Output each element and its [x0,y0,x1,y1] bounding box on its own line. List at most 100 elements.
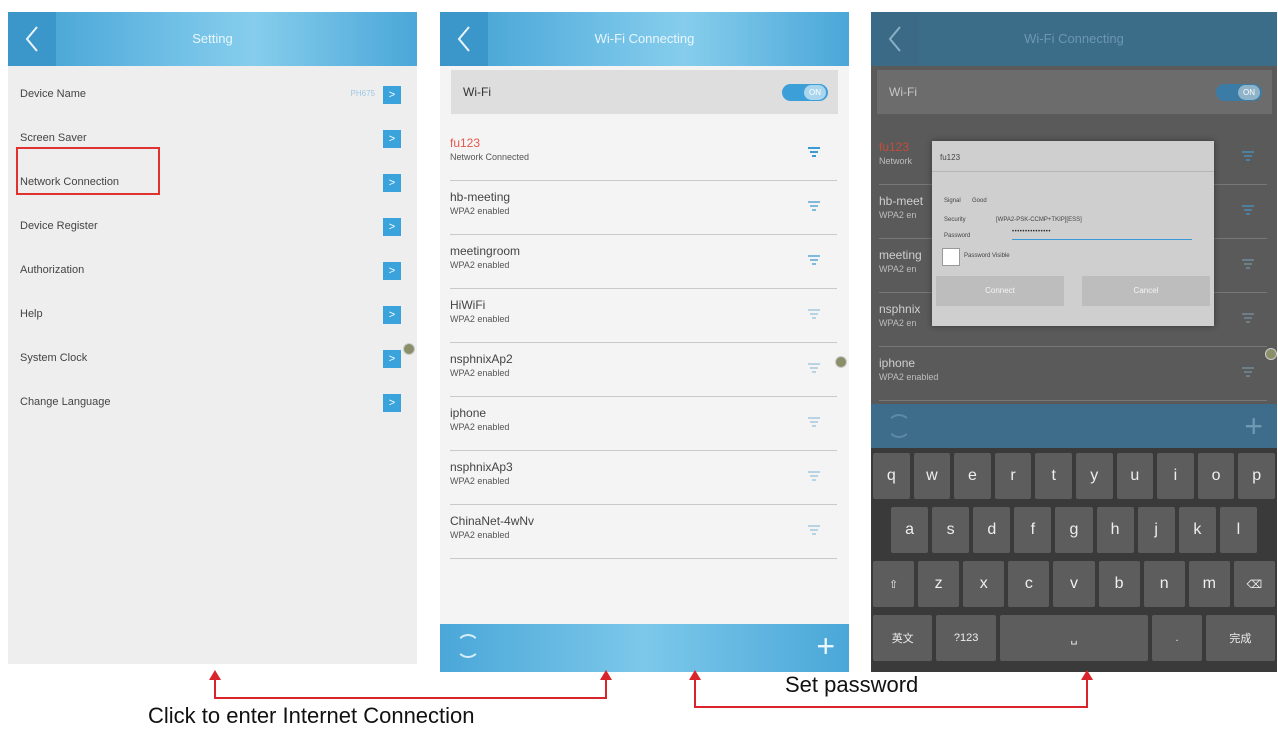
arrow-right-icon[interactable]: > [383,350,401,368]
key[interactable]: p [1238,453,1275,499]
key[interactable]: k [1178,507,1216,553]
arrow-line [1086,676,1088,708]
add-network-icon[interactable]: + [816,626,835,666]
arrow-right-icon[interactable]: > [383,262,401,280]
key[interactable]: w [913,453,951,499]
refresh-icon[interactable] [887,414,911,438]
key[interactable]: t [1035,453,1072,499]
key[interactable]: g [1055,507,1093,553]
password-input[interactable]: ••••••••••••••• [1012,229,1192,240]
cancel-button[interactable]: Cancel [1082,276,1210,306]
wifi-toggle-row: Wi-Fi ON [877,70,1272,114]
floating-handle[interactable] [403,343,415,355]
space-key[interactable]: ␣ [999,615,1149,661]
key[interactable]: c [1008,561,1050,607]
network-status: WPA2 enabled [450,206,510,216]
key[interactable]: v [1053,561,1095,607]
key[interactable]: d [973,507,1011,553]
wifi-signal-icon [808,201,820,211]
wifi-label: Wi-Fi [463,85,491,99]
network-item[interactable]: HiWiFi WPA2 enabled [450,290,837,343]
key[interactable]: j [1137,507,1175,553]
key[interactable]: f [1014,507,1052,553]
connect-button[interactable]: Connect [936,276,1064,306]
network-item[interactable]: iphone WPA2 enabled [450,398,837,451]
key[interactable]: o [1197,453,1235,499]
key[interactable]: r [994,453,1032,499]
arrow-right-icon[interactable]: > [383,218,401,236]
floating-handle[interactable] [1265,348,1277,360]
arrowhead-up-icon [1081,670,1093,680]
shift-key[interactable]: ⇧ [873,561,915,607]
network-item[interactable]: nsphnixAp2 WPA2 enabled [450,344,837,397]
network-name: HiWiFi [450,298,486,312]
settings-row-device-register[interactable]: Device Register > [8,206,417,250]
key[interactable]: h [1096,507,1134,553]
network-item[interactable]: iphone WPA2 enabled [879,348,1267,401]
key[interactable]: b [1098,561,1140,607]
key[interactable]: l [1219,507,1257,553]
network-name: nsphnix [879,302,921,316]
row-label: System Clock [20,352,88,364]
soft-keyboard: q w e r t y u i o p a s d f g h j k l ⇧ … [871,448,1277,672]
network-status: WPA2 enabled [450,314,510,324]
wifi-toggle[interactable]: ON [1216,84,1262,101]
done-key[interactable]: 完成 [1205,615,1276,661]
network-item[interactable]: meetingroom WPA2 enabled [450,236,837,289]
settings-row-help[interactable]: Help > [8,294,417,338]
add-network-icon[interactable]: + [1244,406,1263,446]
key[interactable]: q [873,453,910,499]
wifi-signal-icon [808,255,820,265]
page-title: Wi-Fi Connecting [594,31,695,46]
row-label: Change Language [20,396,111,408]
wifi-signal-icon [1242,367,1254,377]
wifi-signal-icon [1242,259,1254,269]
row-label: Help [20,308,43,320]
arrow-right-icon[interactable]: > [383,86,401,104]
key[interactable]: s [932,507,970,553]
row-label: Device Register [20,220,98,232]
arrow-right-icon[interactable]: > [383,394,401,412]
wifi-header: Wi-Fi Connecting [440,12,849,66]
password-visible-checkbox[interactable] [942,248,960,266]
key[interactable]: e [954,453,991,499]
wifi-signal-icon [808,471,820,481]
arrow-right-icon[interactable]: > [383,130,401,148]
device-name-value: PH675 [350,89,375,98]
arrowhead-up-icon [209,670,221,680]
toggle-knob: ON [804,85,826,100]
refresh-icon[interactable] [456,634,480,658]
wifi-toggle-row: Wi-Fi ON [451,70,838,114]
network-item[interactable]: fu123 Network Connected [450,128,837,181]
backspace-key[interactable]: ⌫ [1233,561,1275,607]
network-name: hb-meeting [450,190,511,204]
wifi-toggle[interactable]: ON [782,84,828,101]
settings-row-change-language[interactable]: Change Language > [8,382,417,426]
key[interactable]: a [891,507,929,553]
settings-row-system-clock[interactable]: System Clock > [8,338,417,382]
key[interactable]: n [1143,561,1185,607]
floating-handle[interactable] [835,356,847,368]
toggle-knob: ON [1238,85,1260,100]
key[interactable]: z [918,561,960,607]
password-label: Password [944,233,971,239]
key[interactable]: i [1157,453,1194,499]
network-item[interactable]: hb-meeting WPA2 enabled [450,182,837,235]
key[interactable]: m [1188,561,1230,607]
network-name: fu123 [450,136,481,150]
symbols-key[interactable]: ?123 [936,615,996,661]
network-status: WPA2 enabled [450,260,510,270]
network-item[interactable]: ChinaNet-4wNv WPA2 enabled [450,506,837,559]
arrow-right-icon[interactable]: > [383,174,401,192]
period-key[interactable]: . [1152,615,1202,661]
key[interactable]: u [1116,453,1154,499]
key[interactable]: x [963,561,1005,607]
settings-row-authorization[interactable]: Authorization > [8,250,417,294]
arrow-right-icon[interactable]: > [383,306,401,324]
language-key[interactable]: 英文 [873,615,933,661]
settings-row-device-name[interactable]: Device Name PH675 > [8,74,417,118]
key[interactable]: y [1075,453,1113,499]
signal-value: Good [972,198,987,204]
password-screen: Wi-Fi Connecting Wi-Fi ON fu123 Network … [871,12,1277,672]
network-item[interactable]: nsphnixAp3 WPA2 enabled [450,452,837,505]
